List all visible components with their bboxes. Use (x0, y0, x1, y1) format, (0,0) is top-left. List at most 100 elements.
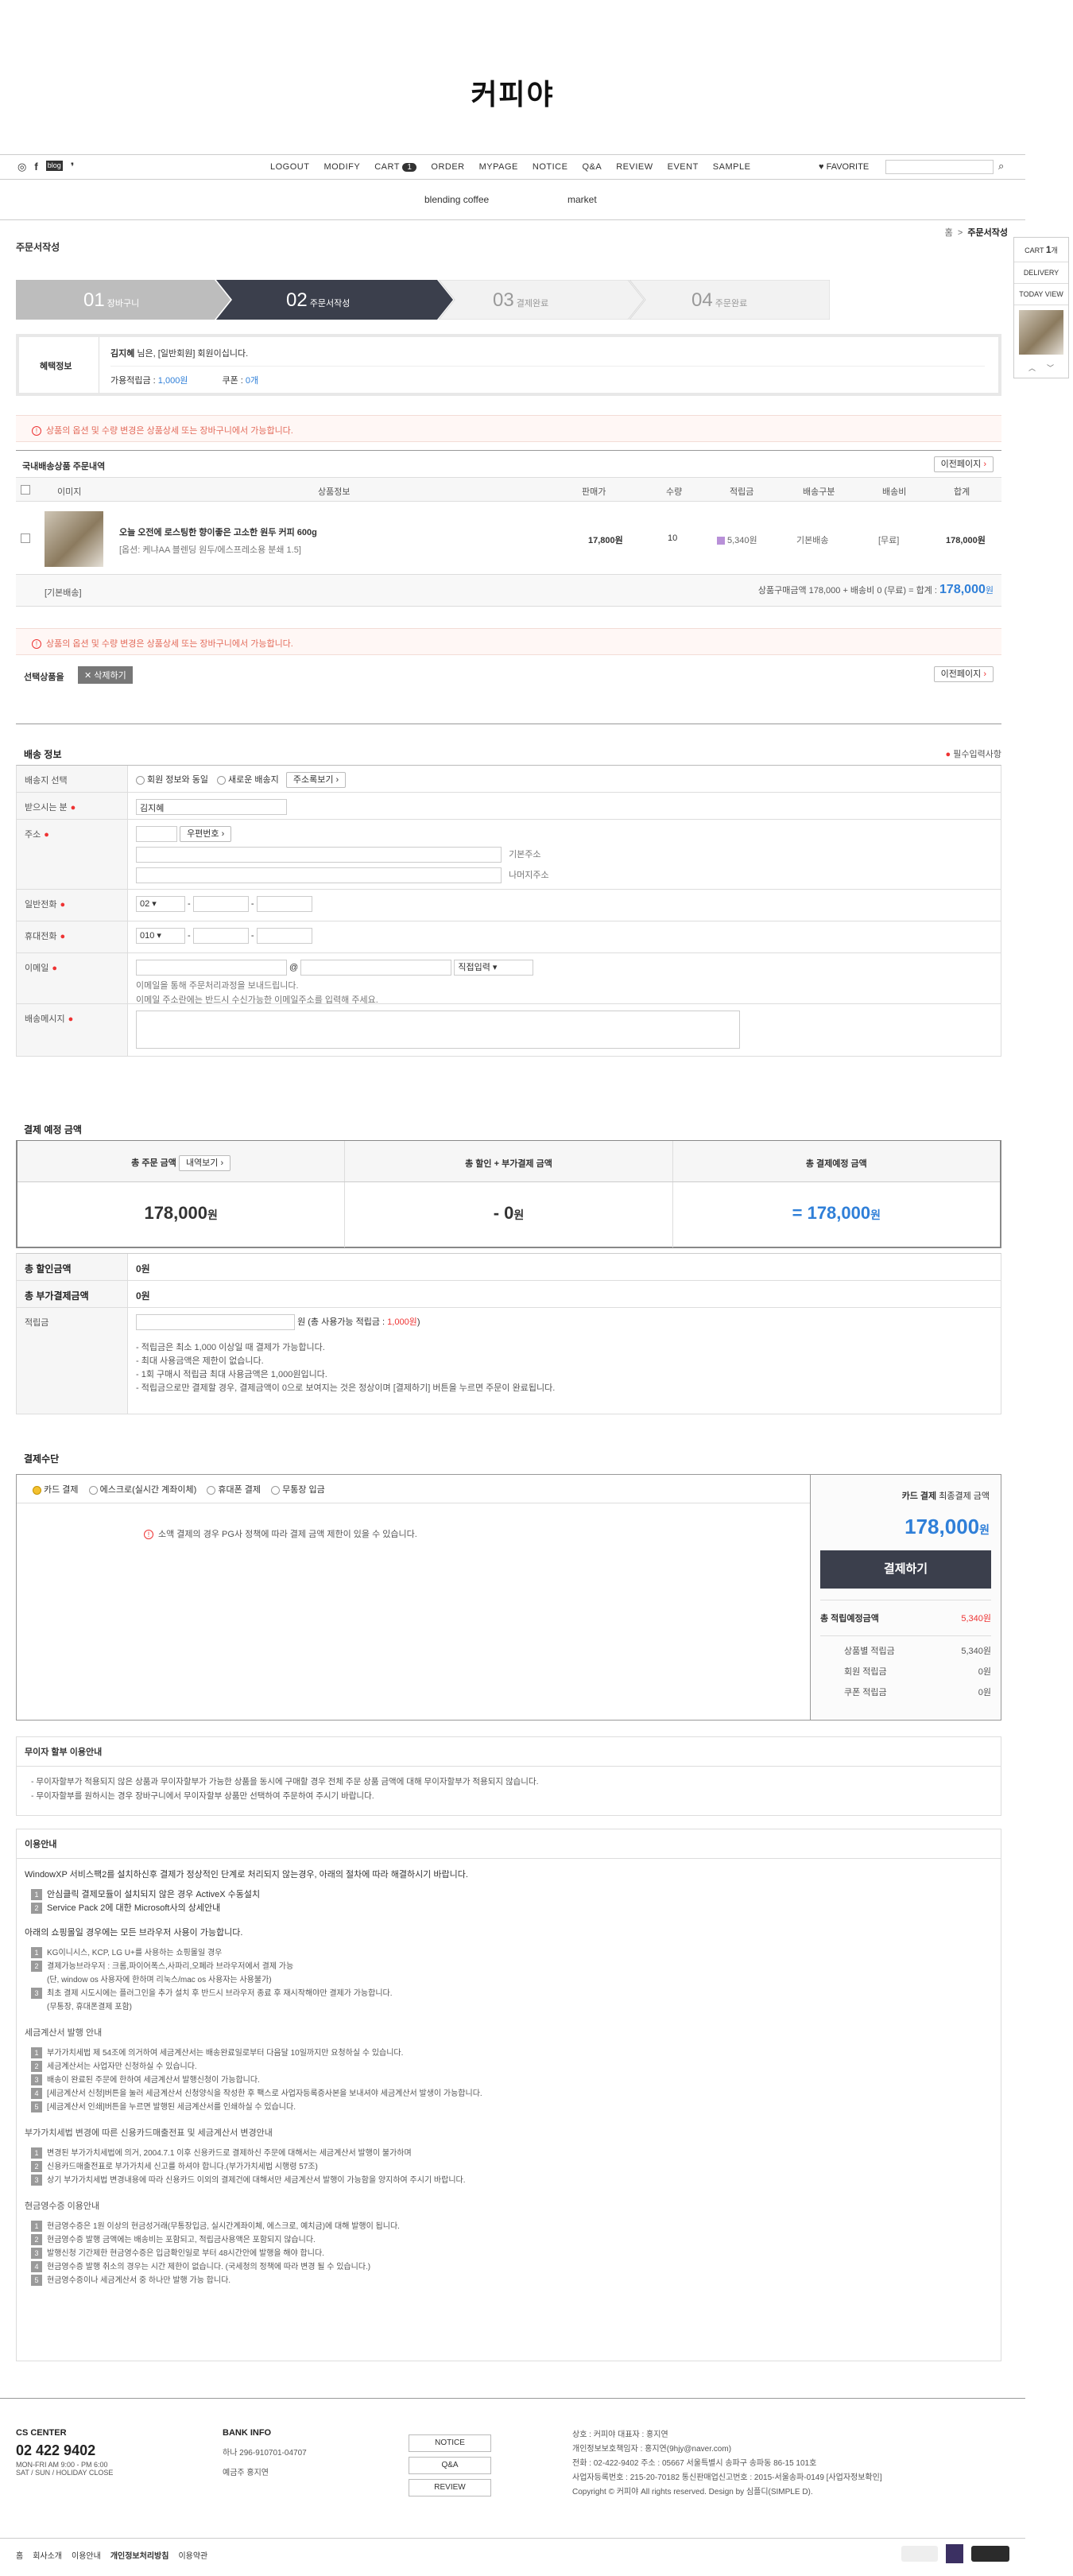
product-ship-type: 기본배송 (796, 536, 829, 545)
recent-product-thumb[interactable] (1019, 310, 1063, 355)
nav-logout[interactable]: LOGOUT (270, 162, 309, 172)
nav-cart[interactable]: CART 1 (374, 162, 417, 172)
email-domain-select[interactable]: 직접입력 ▾ (454, 960, 534, 976)
benefit-line2: 가용적립금 : 1,000원 쿠폰 : 0개 (110, 376, 259, 386)
address2-input[interactable] (136, 867, 502, 884)
delete-selected-button[interactable]: ✕ 삭제하기 (78, 666, 133, 684)
escrow-badge-icon (901, 2546, 938, 2562)
selected-actions: 선택상품을 ✕ 삭제하기 이전페이지 › (16, 666, 1001, 685)
search-input[interactable] (885, 160, 994, 174)
email-id-input[interactable] (136, 960, 287, 976)
recipient-input[interactable]: 김지혜 (136, 799, 287, 815)
alert-icon: ! (32, 639, 41, 649)
pay-button[interactable]: 결제하기 (820, 1550, 991, 1589)
address-book-button[interactable]: 주소록보기 › (285, 772, 347, 788)
mobile-prefix-select[interactable]: 010 ▾ (136, 928, 185, 944)
pay-option-escrow[interactable]: 에스크로(실시간 계좌이체) (88, 1485, 196, 1495)
nav-sample[interactable]: SAMPLE (713, 162, 751, 172)
mobile-mid-input[interactable] (192, 928, 249, 944)
pay-method-title: 결제수단 (24, 1453, 60, 1465)
pay-option-card[interactable]: 카드 결제 (33, 1485, 79, 1495)
chevron-up-icon[interactable]: ︿ (1028, 363, 1036, 373)
bottom-link-guide[interactable]: 이용안내 (72, 2549, 101, 2561)
mobile-label: 휴대전화 (25, 932, 57, 941)
cat-market[interactable]: market (567, 194, 597, 205)
nav-event[interactable]: EVENT (668, 162, 699, 172)
chevron-down-icon[interactable]: ﹀ (1047, 363, 1054, 373)
nav-qna[interactable]: Q&A (582, 162, 602, 172)
shipping-form: 배송지 선택 회원 정보와 동일 새로운 배송지 주소록보기 › 받으시는 분 ●… (16, 765, 1001, 1057)
site-logo[interactable]: 커피야 (0, 72, 1025, 113)
product-qty: 10 (668, 533, 678, 543)
bottom-link-home[interactable]: 홈 (16, 2549, 23, 2561)
breadcrumb: 홈 > 주문서작성 (944, 228, 1008, 238)
radio-new-address[interactable]: 새로운 배송지 (217, 775, 279, 785)
product-total: 178,000원 (946, 536, 986, 545)
delivery-message-textarea[interactable] (136, 1011, 740, 1049)
radio-same-member[interactable]: 회원 정보와 동일 (136, 775, 208, 785)
mobile-last-input[interactable] (256, 928, 312, 944)
select-all-checkbox[interactable] (21, 485, 30, 495)
breadcrumb-current: 주문서작성 (967, 228, 1008, 238)
bottom-links: 홈 회사소개 이용안내 개인정보처리방침 이용약관 (16, 2549, 207, 2561)
phone-mid-input[interactable] (192, 896, 249, 912)
item-checkbox[interactable] (21, 533, 30, 543)
search-icon[interactable]: ⌕ (998, 160, 1004, 173)
nav-notice[interactable]: NOTICE (533, 162, 568, 172)
phone-last-input[interactable] (256, 896, 312, 912)
shipping-title: 배송 정보 (24, 749, 62, 760)
zipcode-button[interactable]: 우편번호 › (180, 826, 232, 842)
quick-menu: CART 1개 DELIVERY TODAY VIEW ︿ ﹀ (1013, 237, 1069, 378)
cart-title: 국내배송상품 주문내역 (22, 462, 106, 471)
prev-page-button-2[interactable]: 이전페이지 › (933, 666, 994, 682)
address1-input[interactable] (136, 847, 502, 863)
quick-delivery[interactable]: DELIVERY (1014, 262, 1068, 284)
blog-icon[interactable]: blog (45, 161, 63, 171)
quick-today-view[interactable]: TODAY VIEW (1014, 284, 1068, 305)
email-label: 이메일 (25, 964, 49, 973)
bottom-link-privacy[interactable]: 개인정보처리방침 (110, 2549, 169, 2561)
zipcode-input[interactable] (136, 826, 177, 843)
bottom-link-company[interactable]: 회사소개 (33, 2549, 62, 2561)
phone-prefix-select[interactable]: 02 ▾ (136, 896, 185, 912)
nav-mypage[interactable]: MYPAGE (479, 162, 518, 172)
footer-review-button[interactable]: REVIEW (409, 2479, 491, 2496)
security-badge-icon (946, 2544, 963, 2563)
pay-option-bank[interactable]: 무통장 입금 (271, 1485, 325, 1495)
step-2: 02 주문서작성 (286, 289, 351, 311)
bottom-link-terms[interactable]: 이용약관 (178, 2549, 207, 2561)
kakao-icon[interactable]: ❜ (71, 161, 75, 173)
nav-review[interactable]: REVIEW (616, 162, 653, 172)
footer-notice-button[interactable]: NOTICE (409, 2434, 491, 2452)
points-input[interactable] (136, 1314, 295, 1330)
benefit-label: 혜택정보 (40, 362, 72, 371)
order-steps: 01 장바구니 02 주문서작성 03 결제완료 04 주문완료 (16, 280, 830, 320)
footer-qna-button[interactable]: Q&A (409, 2457, 491, 2474)
quick-cart[interactable]: CART 1개 (1014, 238, 1068, 262)
cs-phone: 02 422 9402 (16, 2442, 96, 2458)
phone-label: 일반전화 (25, 900, 57, 910)
facebook-icon[interactable]: f (34, 161, 37, 173)
cat-blending-coffee[interactable]: blending coffee (424, 194, 489, 205)
breadcrumb-home[interactable]: 홈 (945, 228, 953, 238)
message-label: 배송메시지 (25, 1014, 65, 1024)
payment-summary-box: 총 주문 금액 내역보기 › 총 할인 + 부가결제 금액 총 결제예정 금액 … (16, 1140, 1001, 1248)
option-notice: ! 상품의 옵션 및 수량 변경은 상품상세 또는 장바구니에서 가능합니다. (16, 415, 1001, 442)
pay-option-phone[interactable]: 휴대폰 결제 (207, 1485, 261, 1495)
product-name[interactable]: 오늘 오전에 로스팅한 향이좋은 고소한 원두 커피 600g (119, 526, 317, 538)
product-thumbnail[interactable] (45, 511, 103, 567)
guide-box: 이용안내 WindowXP 서비스팩2를 설치하신후 결제가 정상적인 단계로 … (16, 1829, 1001, 2361)
prev-page-button[interactable]: 이전페이지 › (933, 456, 994, 472)
nav-modify[interactable]: MODIFY (323, 162, 360, 172)
product-price: 17,800원 (588, 536, 623, 545)
page-title: 주문서작성 (16, 242, 60, 253)
favorite-link[interactable]: ♥ FAVORITE (819, 162, 869, 172)
email-domain-input[interactable] (300, 960, 452, 976)
nav-order[interactable]: ORDER (431, 162, 464, 172)
order-detail-button[interactable]: 내역보기 › (178, 1155, 231, 1171)
total-order-amount: 178,000원 (17, 1182, 346, 1247)
footer-badges (901, 2544, 1009, 2563)
instagram-icon[interactable]: ◎ (17, 161, 26, 173)
step-3: 03 결제완료 (493, 289, 549, 311)
payment-summary-title: 결제 예정 금액 (24, 1124, 82, 1135)
